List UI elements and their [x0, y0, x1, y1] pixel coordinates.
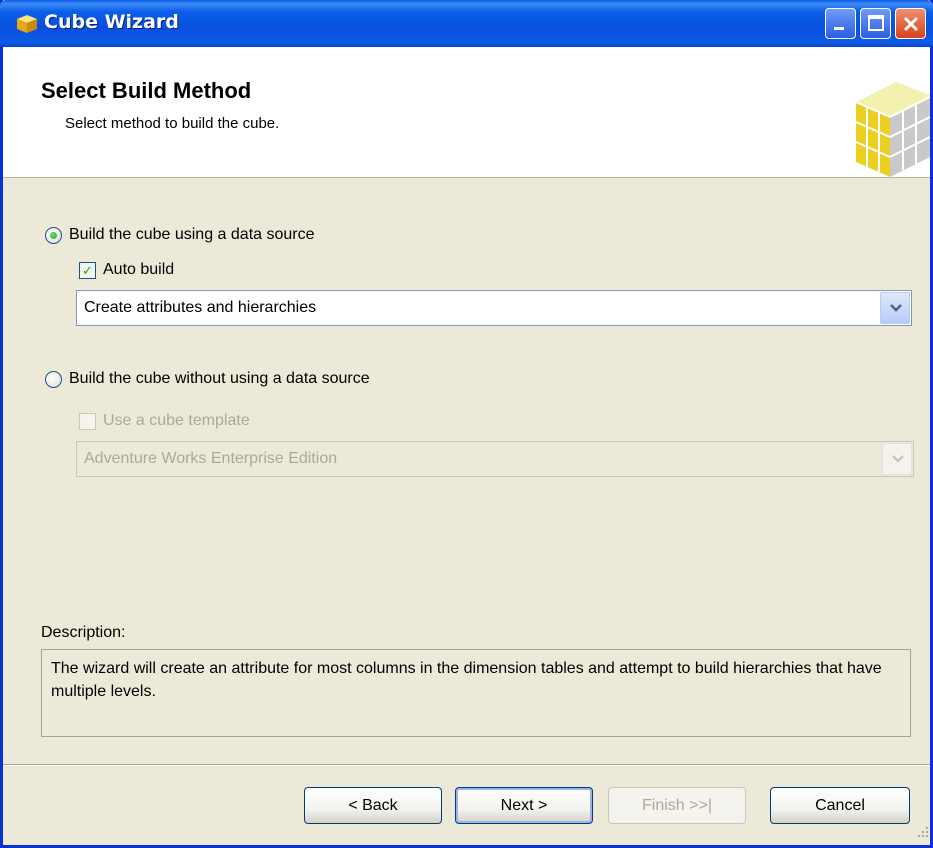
cube-template-label[interactable]: Use a cube template [103, 412, 250, 430]
build-without-source-label[interactable]: Build the cube without using a data sour… [69, 370, 370, 388]
close-button[interactable] [895, 8, 926, 39]
build-with-source-radio[interactable] [45, 227, 62, 244]
build-mode-dropdown[interactable]: Create attributes and hierarchies [76, 290, 912, 326]
cube-banner-icon [855, 82, 930, 177]
chevron-down-icon [892, 455, 904, 463]
auto-build-checkbox[interactable]: ✓ [79, 262, 96, 279]
page-subtitle: Select method to build the cube. [65, 115, 280, 132]
auto-build-label[interactable]: Auto build [103, 261, 174, 279]
wizard-header: Select Build Method Select method to bui… [3, 47, 930, 178]
cube-app-icon [17, 15, 37, 33]
back-button[interactable]: < Back [304, 787, 442, 824]
chevron-down-icon [890, 304, 902, 312]
next-button[interactable]: Next > [455, 787, 593, 824]
minimize-icon [834, 27, 844, 30]
maximize-icon [868, 15, 884, 31]
build-with-source-label[interactable]: Build the cube using a data source [69, 226, 315, 244]
cube-template-value: Adventure Works Enterprise Edition [84, 450, 338, 467]
build-mode-value: Create attributes and hierarchies [84, 299, 317, 316]
window-title: Cube Wizard [44, 11, 179, 33]
radio-selected-dot [50, 232, 57, 239]
dropdown-button-disabled[interactable] [882, 443, 912, 475]
footer-divider [3, 764, 930, 766]
maximize-button[interactable] [860, 8, 891, 39]
finish-button[interactable]: Finish >>| [608, 787, 746, 824]
description-label: Description: [41, 624, 126, 641]
build-without-source-radio[interactable] [45, 371, 62, 388]
cube-template-checkbox[interactable] [79, 413, 96, 430]
description-text: The wizard will create an attribute for … [41, 649, 911, 737]
title-bar[interactable]: Cube Wizard [0, 0, 933, 47]
dropdown-button[interactable] [880, 292, 910, 324]
page-title: Select Build Method [41, 78, 252, 103]
checkmark-icon: ✓ [82, 263, 93, 278]
cube-wizard-window: Cube Wizard Select Build Method Select m… [0, 0, 933, 848]
close-icon [903, 16, 919, 32]
resize-grip-icon[interactable] [917, 826, 929, 838]
minimize-button[interactable] [825, 8, 856, 39]
cube-template-dropdown[interactable]: Adventure Works Enterprise Edition [76, 441, 914, 477]
cancel-button[interactable]: Cancel [770, 787, 910, 824]
